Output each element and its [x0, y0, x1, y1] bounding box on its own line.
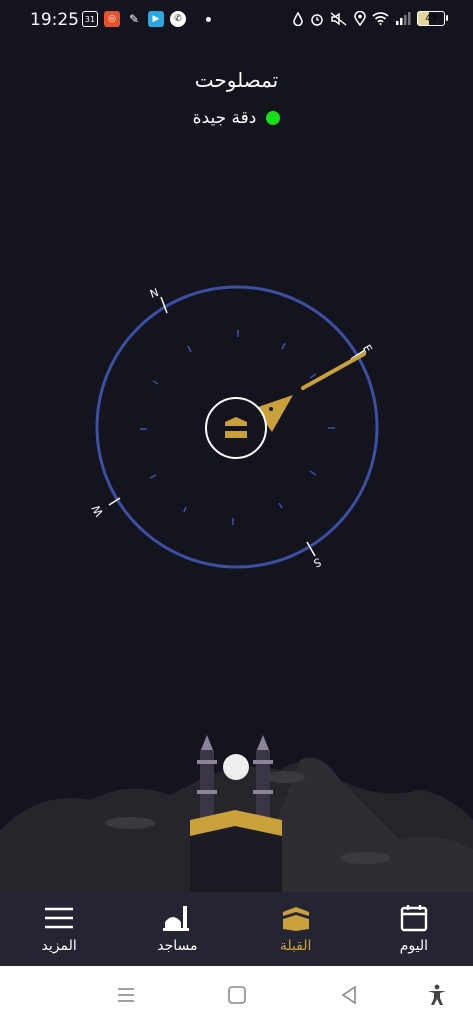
- nav-item-qibla[interactable]: القبلة: [237, 892, 355, 966]
- nav-label-qibla: القبلة: [279, 938, 312, 954]
- nav-item-more[interactable]: المزيد: [0, 892, 118, 966]
- accuracy-indicator: دقة جيدة: [0, 108, 473, 128]
- nav-label-more: المزيد: [41, 938, 77, 954]
- dot-icon: [206, 16, 211, 22]
- battery-level: 43: [425, 13, 437, 24]
- nav-item-today[interactable]: اليوم: [355, 892, 473, 966]
- recents-button[interactable]: [114, 984, 138, 1006]
- app-icon-blue: ▶: [148, 11, 164, 27]
- calendar-icon: 31: [82, 11, 98, 27]
- calendar-day: 31: [84, 14, 96, 24]
- bottom-navigation: اليوم القبلة مساجد المزيد: [0, 892, 473, 966]
- compass-label-south: S: [312, 555, 323, 570]
- status-time: 19:25: [30, 10, 79, 30]
- qibla-compass[interactable]: N E S W: [80, 270, 400, 590]
- moon: [223, 754, 249, 780]
- kaaba-icon: [282, 907, 309, 931]
- location-title: تمصلوحت: [194, 68, 279, 92]
- whatsapp-icon: ✆: [170, 11, 186, 27]
- nav-item-mosques[interactable]: مساجد: [118, 892, 236, 966]
- menu-icon: [45, 907, 74, 929]
- status-bar: 19:25 31 ◎ ✎ ▶ ✆ 43: [0, 0, 473, 40]
- nav-label-mosques: مساجد: [157, 938, 198, 954]
- alarm-icon: [311, 13, 323, 26]
- qibla-needle: [301, 352, 366, 390]
- back-button[interactable]: [337, 984, 361, 1006]
- nav-label-today: اليوم: [399, 938, 429, 954]
- app-icon-orange: ◎: [104, 11, 120, 27]
- wifi-icon: [372, 12, 389, 25]
- compass-label-north: N: [148, 286, 160, 301]
- system-navigation-bar: [0, 966, 473, 1024]
- qibla-pointer-dot: [269, 407, 273, 411]
- signal-icon: [396, 12, 411, 25]
- accuracy-label: دقة جيدة: [192, 108, 257, 128]
- accuracy-dot: [266, 111, 281, 125]
- system-icons: 43: [292, 11, 448, 26]
- location-icon: [354, 11, 366, 26]
- drop-icon: [293, 11, 303, 26]
- battery-icon: 43: [417, 11, 448, 26]
- mosque-icon: [163, 906, 190, 931]
- kaaba-building: [190, 810, 282, 892]
- home-button[interactable]: [225, 984, 249, 1006]
- compass-label-west: W: [89, 502, 106, 518]
- accessibility-button[interactable]: [425, 984, 449, 1006]
- translate-icon: ✎: [128, 12, 140, 26]
- notification-icons: 31 ◎ ✎ ▶ ✆: [82, 11, 211, 27]
- calendar-icon: [400, 905, 428, 932]
- mute-icon: [330, 11, 347, 26]
- kaaba-scene-illustration: [0, 735, 473, 892]
